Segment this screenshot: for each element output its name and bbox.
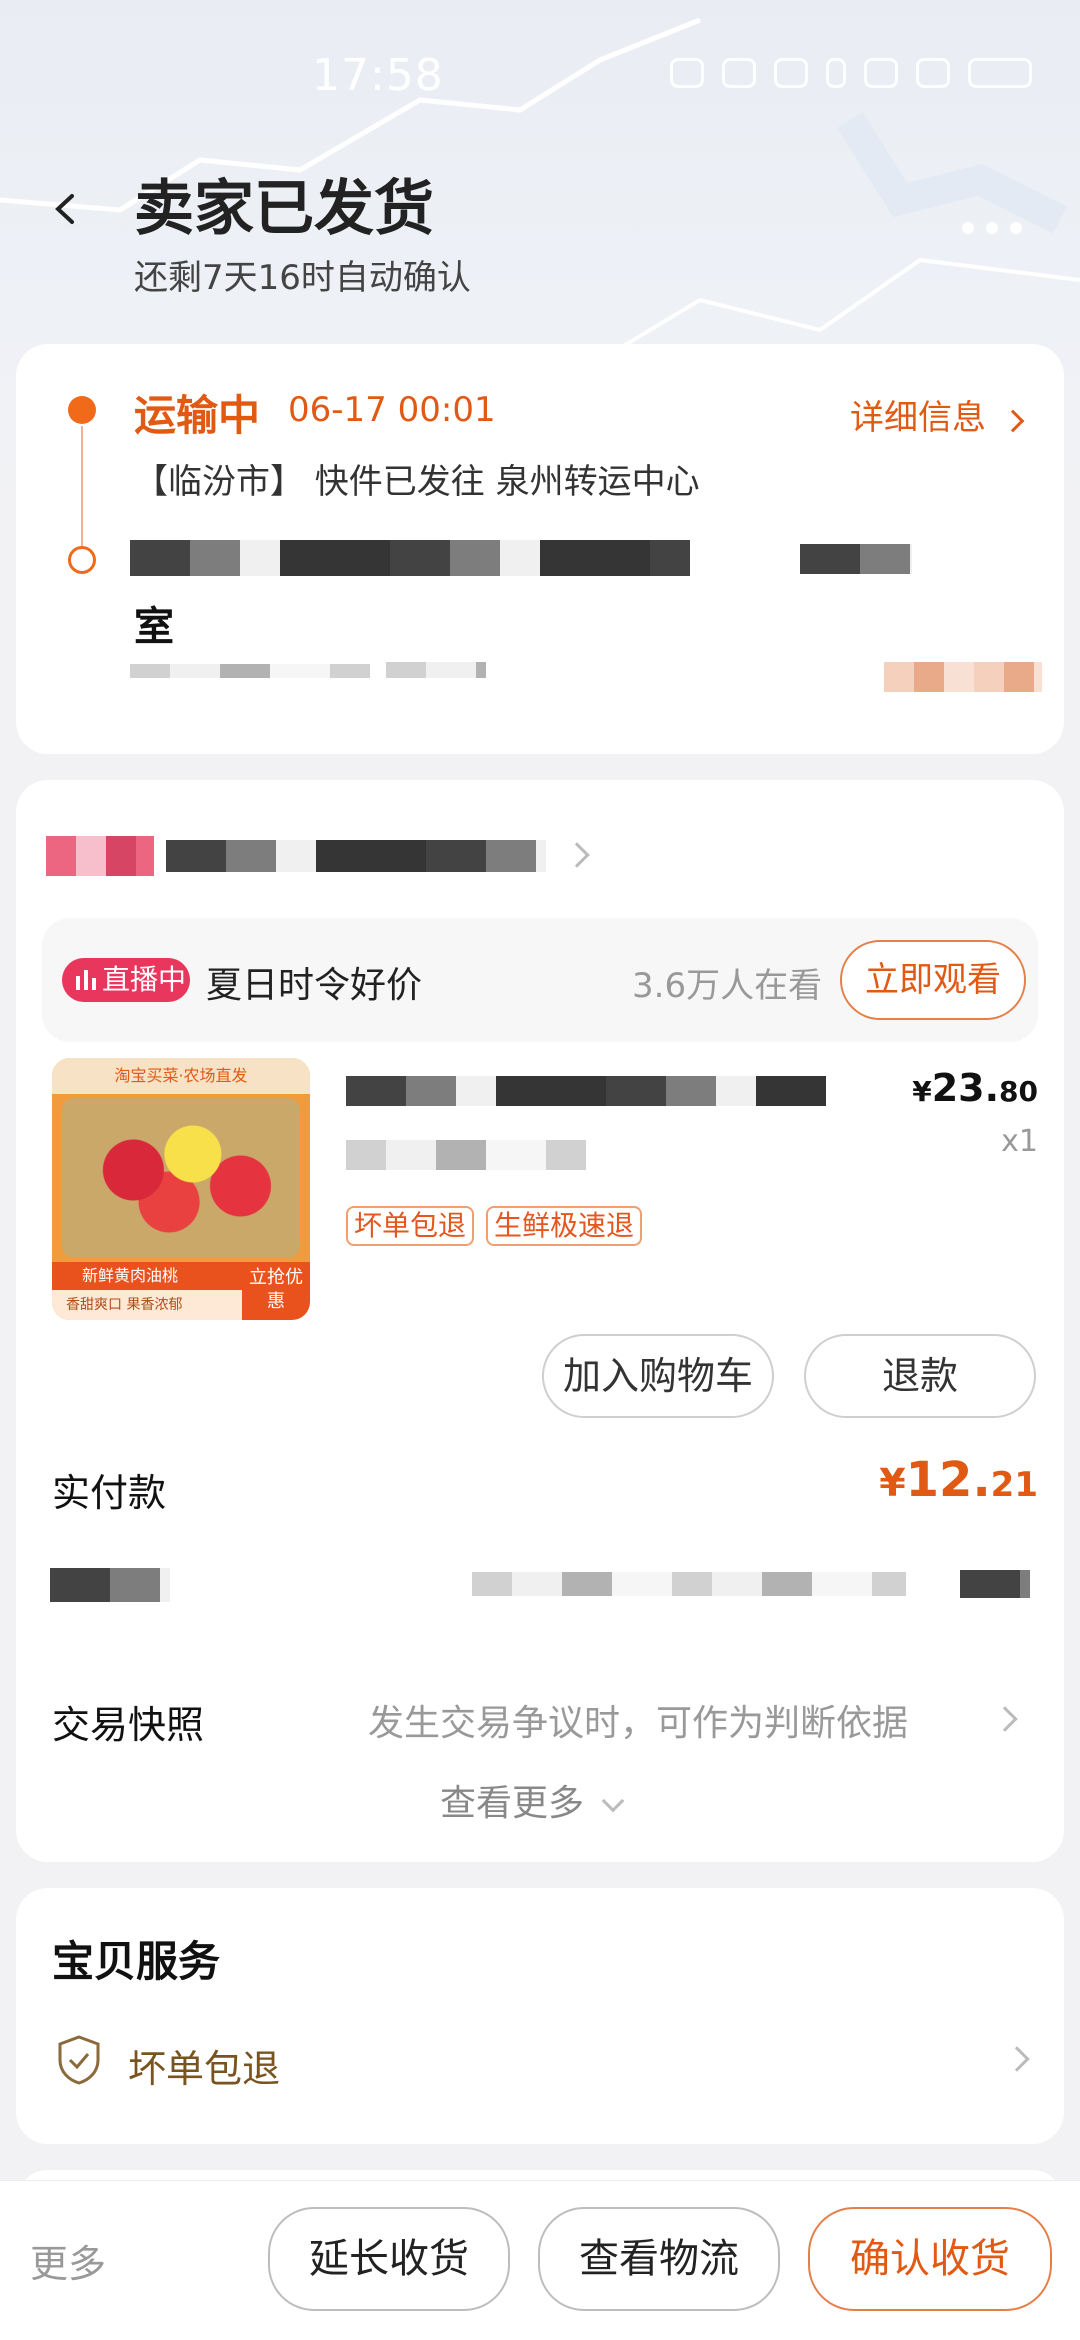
watch-now-button[interactable]: 立即观看 bbox=[840, 940, 1026, 1020]
live-viewers: 3.6万人在看 bbox=[632, 966, 823, 1006]
battery-icon bbox=[968, 58, 1032, 88]
live-title: 夏日时令好价 bbox=[206, 965, 423, 1006]
extend-receipt-button[interactable]: 延长收货 bbox=[268, 2207, 510, 2311]
wifi-icon bbox=[864, 58, 898, 88]
signal-icon bbox=[916, 58, 950, 88]
address-dot-icon bbox=[68, 546, 96, 574]
speed-icon bbox=[670, 58, 704, 88]
snapshot-label: 交易快照 bbox=[52, 1703, 205, 1747]
redacted-product-spec bbox=[346, 1140, 586, 1170]
bottom-action-bar: 更多 延长收货 查看物流 确认收货 bbox=[0, 2180, 1080, 2340]
detail-info-label: 详细信息 bbox=[850, 398, 986, 438]
services-title: 宝贝服务 bbox=[52, 1937, 221, 1986]
redacted-order-label bbox=[50, 1568, 170, 1602]
more-button[interactable]: 更多 bbox=[30, 2233, 106, 2288]
service-tag: 生鲜极速退 bbox=[486, 1206, 643, 1246]
services-card: 宝贝服务 坏单包退 bbox=[16, 1888, 1064, 2144]
redacted-contact bbox=[386, 662, 486, 678]
chevron-down-icon bbox=[602, 1789, 625, 1813]
thumb-banner: 淘宝买菜·农场直发 bbox=[52, 1058, 310, 1094]
thumb-title: 新鲜黄肉油桃 bbox=[52, 1262, 242, 1290]
address-tail: 室 bbox=[134, 604, 174, 650]
alarm-icon bbox=[774, 58, 808, 88]
redacted-tag bbox=[884, 662, 1042, 692]
live-banner[interactable]: 直播中 夏日时令好价 3.6万人在看 立即观看 bbox=[42, 918, 1038, 1042]
logistics-status: 运输中 bbox=[134, 391, 261, 440]
view-logistics-button[interactable]: 查看物流 bbox=[538, 2207, 780, 2311]
redacted-order-number bbox=[472, 1572, 906, 1596]
more-options-icon[interactable] bbox=[962, 222, 1022, 234]
view-more-button[interactable]: 查看更多 bbox=[440, 1774, 625, 1826]
logistics-time: 06-17 00:01 bbox=[288, 390, 496, 430]
logistics-card[interactable]: 运输中 06-17 00:01 详细信息 【临汾市】 快件已发往 泉州转运中心 … bbox=[16, 344, 1064, 754]
snapshot-hint[interactable]: 发生交易争议时，可作为判断依据 bbox=[368, 1694, 908, 1746]
shop-logo bbox=[46, 836, 154, 876]
eye-icon bbox=[722, 58, 756, 88]
thumb-subtitle: 香甜爽口 果香浓郁 bbox=[52, 1290, 242, 1320]
shield-check-icon bbox=[58, 2035, 100, 2085]
copy-icon[interactable] bbox=[960, 1570, 1030, 1598]
chevron-right-icon bbox=[1004, 2046, 1030, 2072]
order-card: 直播中 夏日时令好价 3.6万人在看 立即观看 淘宝买菜·农场直发 新鲜黄肉油桃… bbox=[16, 780, 1064, 1862]
product-thumbnail[interactable]: 淘宝买菜·农场直发 新鲜黄肉油桃 香甜爽口 果香浓郁 立抢优惠 bbox=[52, 1058, 310, 1320]
confirm-receipt-button[interactable]: 确认收货 bbox=[808, 2207, 1052, 2311]
refund-button[interactable]: 退款 bbox=[804, 1334, 1036, 1418]
redacted-shop-name[interactable] bbox=[166, 840, 546, 872]
redacted-product-title[interactable] bbox=[346, 1076, 826, 1106]
detail-info-link[interactable]: 详细信息 bbox=[850, 390, 1025, 439]
page-title: 卖家已发货 bbox=[134, 174, 434, 244]
service-tag: 坏单包退 bbox=[346, 1206, 475, 1246]
back-icon[interactable] bbox=[48, 192, 82, 226]
product-quantity: x1 bbox=[1001, 1124, 1038, 1159]
peach-basket-image bbox=[62, 1098, 300, 1258]
view-more-label: 查看更多 bbox=[440, 1783, 585, 1824]
auto-confirm-countdown: 还剩7天16时自动确认 bbox=[134, 258, 471, 298]
add-to-cart-button[interactable]: 加入购物车 bbox=[542, 1334, 774, 1418]
chevron-right-icon bbox=[564, 842, 590, 868]
thumb-cta: 立抢优惠 bbox=[242, 1262, 310, 1320]
paid-amount: ¥12.21 bbox=[879, 1452, 1038, 1508]
live-badge-label: 直播中 bbox=[102, 963, 187, 996]
logistics-message: 【临汾市】 快件已发往 泉州转运中心 bbox=[134, 462, 700, 502]
redacted-address bbox=[130, 540, 690, 576]
bluetooth-icon bbox=[826, 58, 846, 88]
live-bars-icon bbox=[76, 970, 96, 990]
timeline-line bbox=[81, 426, 83, 546]
chevron-right-icon bbox=[1001, 409, 1025, 433]
product-price: ¥23.80 bbox=[912, 1066, 1038, 1110]
redacted-address bbox=[800, 544, 912, 574]
service-item-label[interactable]: 坏单包退 bbox=[128, 2038, 280, 2093]
status-icons bbox=[670, 58, 1032, 88]
status-time: 17:58 bbox=[312, 50, 444, 101]
redacted-contact bbox=[130, 664, 370, 678]
chevron-right-icon bbox=[992, 1706, 1018, 1732]
paid-label: 实付款 bbox=[52, 1471, 167, 1515]
status-dot-icon bbox=[68, 396, 96, 424]
